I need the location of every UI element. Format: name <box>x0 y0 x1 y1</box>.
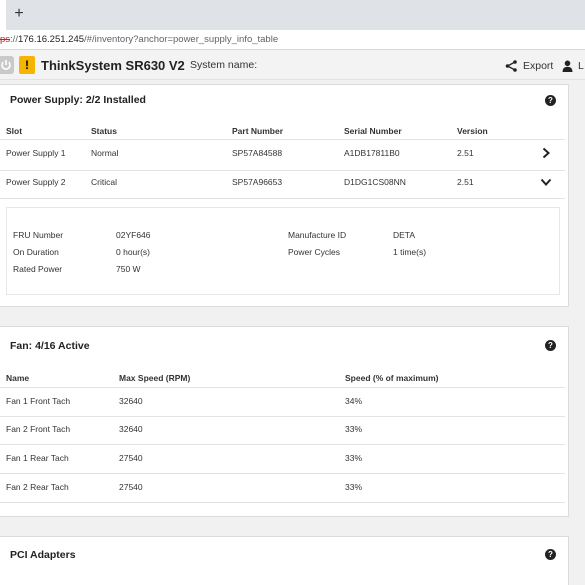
address-bar[interactable]: ps://176.16.251.245/#/inventory?anchor=p… <box>0 30 585 50</box>
share-icon <box>505 60 517 72</box>
cell-version: 2.51 <box>457 148 474 158</box>
on-duration-value: 0 hour(s) <box>116 247 151 257</box>
row-divider <box>0 198 565 199</box>
chevron-down-icon[interactable] <box>540 177 552 187</box>
header-divider <box>0 139 565 140</box>
column-header-max-speed[interactable]: Max Speed (RPM) <box>119 373 190 383</box>
rated-power-value: 750 W <box>116 264 141 274</box>
column-header-version[interactable]: Version <box>457 126 488 136</box>
row-divider <box>0 416 565 417</box>
help-icon[interactable]: ? <box>545 340 556 351</box>
column-header-status[interactable]: Status <box>91 126 117 136</box>
cell-speed: 33% <box>345 424 363 434</box>
power-supply-title: Power Supply: 2/2 Installed <box>10 94 146 106</box>
column-header-name[interactable]: Name <box>6 373 29 383</box>
cell-version: 2.51 <box>457 177 474 187</box>
help-icon[interactable]: ? <box>545 95 556 106</box>
pci-adapters-title: PCI Adapters <box>10 549 76 561</box>
power-icon[interactable] <box>0 56 14 74</box>
cell-part-number: SP57A84588 <box>232 148 283 158</box>
fan-title: Fan: 4/16 Active <box>10 340 90 352</box>
column-header-part-number[interactable]: Part Number <box>232 126 283 136</box>
user-icon <box>562 60 573 72</box>
cell-slot: Power Supply 1 <box>6 148 66 158</box>
cell-status: Normal <box>91 148 119 158</box>
fru-number-value: 02YF646 <box>116 230 151 240</box>
fru-number-label: FRU Number <box>13 230 64 240</box>
manufacture-id-label: Manufacture ID <box>288 230 347 240</box>
cell-max-speed: 32640 <box>119 396 143 406</box>
on-duration-label: On Duration <box>13 247 59 257</box>
help-icon[interactable]: ? <box>545 549 556 560</box>
cell-speed: 33% <box>345 482 363 492</box>
export-label: Export <box>523 60 554 72</box>
user-menu-button[interactable]: L <box>562 58 584 74</box>
power-cycles-value: 1 time(s) <box>393 247 427 257</box>
url-host: 176.16.251.245 <box>17 34 85 45</box>
warning-icon[interactable]: ! <box>19 56 35 74</box>
cell-max-speed: 32640 <box>119 424 143 434</box>
cell-max-speed: 27540 <box>119 453 143 463</box>
power-supply-card: Power Supply: 2/2 Installed ? Slot Statu… <box>0 84 569 307</box>
power-cycles-label: Power Cycles <box>288 247 340 257</box>
cell-fan-name: Fan 1 Rear Tach <box>6 453 69 463</box>
row-divider <box>0 473 565 474</box>
url-scheme: ps <box>0 34 11 45</box>
header-divider <box>0 387 565 388</box>
cell-fan-name: Fan 2 Rear Tach <box>6 482 69 492</box>
browser-tab-bar: + <box>0 0 585 30</box>
cell-part-number: SP57A96653 <box>232 177 283 187</box>
user-label: L <box>578 60 584 72</box>
cell-serial-number: A1DB17811B0 <box>344 148 400 158</box>
pci-adapters-card: PCI Adapters ? <box>0 536 569 585</box>
cell-max-speed: 27540 <box>119 482 143 492</box>
column-header-slot[interactable]: Slot <box>6 126 22 136</box>
chevron-right-icon[interactable] <box>541 147 551 159</box>
export-button[interactable]: Export <box>505 58 553 74</box>
row-divider <box>0 502 565 503</box>
power-supply-details: FRU Number 02YF646 Manufacture ID DETA O… <box>6 207 560 295</box>
rated-power-label: Rated Power <box>13 264 63 274</box>
app-header: ! ThinkSystem SR630 V2 System name: Expo… <box>0 51 585 80</box>
manufacture-id-value: DETA <box>393 230 416 240</box>
cell-speed: 34% <box>345 396 363 406</box>
url-separator: :// <box>10 34 18 45</box>
cell-serial-number: D1DG1CS08NN <box>344 177 406 187</box>
column-header-serial-number[interactable]: Serial Number <box>344 126 402 136</box>
fan-card: Fan: 4/16 Active ? Name Max Speed (RPM) … <box>0 326 569 517</box>
new-tab-button[interactable]: + <box>10 5 28 23</box>
product-name: ThinkSystem SR630 V2 <box>41 58 185 73</box>
cell-slot: Power Supply 2 <box>6 177 66 187</box>
row-divider <box>0 170 565 171</box>
url-path: /#/inventory?anchor=power_supply_info_ta… <box>84 34 279 45</box>
browser-tab[interactable] <box>0 0 6 30</box>
cell-speed: 33% <box>345 453 363 463</box>
system-name-label: System name: <box>190 59 258 71</box>
column-header-speed[interactable]: Speed (% of maximum) <box>345 373 439 383</box>
cell-fan-name: Fan 2 Front Tach <box>6 424 71 434</box>
row-divider <box>0 444 565 445</box>
cell-fan-name: Fan 1 Front Tach <box>6 396 71 406</box>
cell-status: Critical <box>91 177 117 187</box>
